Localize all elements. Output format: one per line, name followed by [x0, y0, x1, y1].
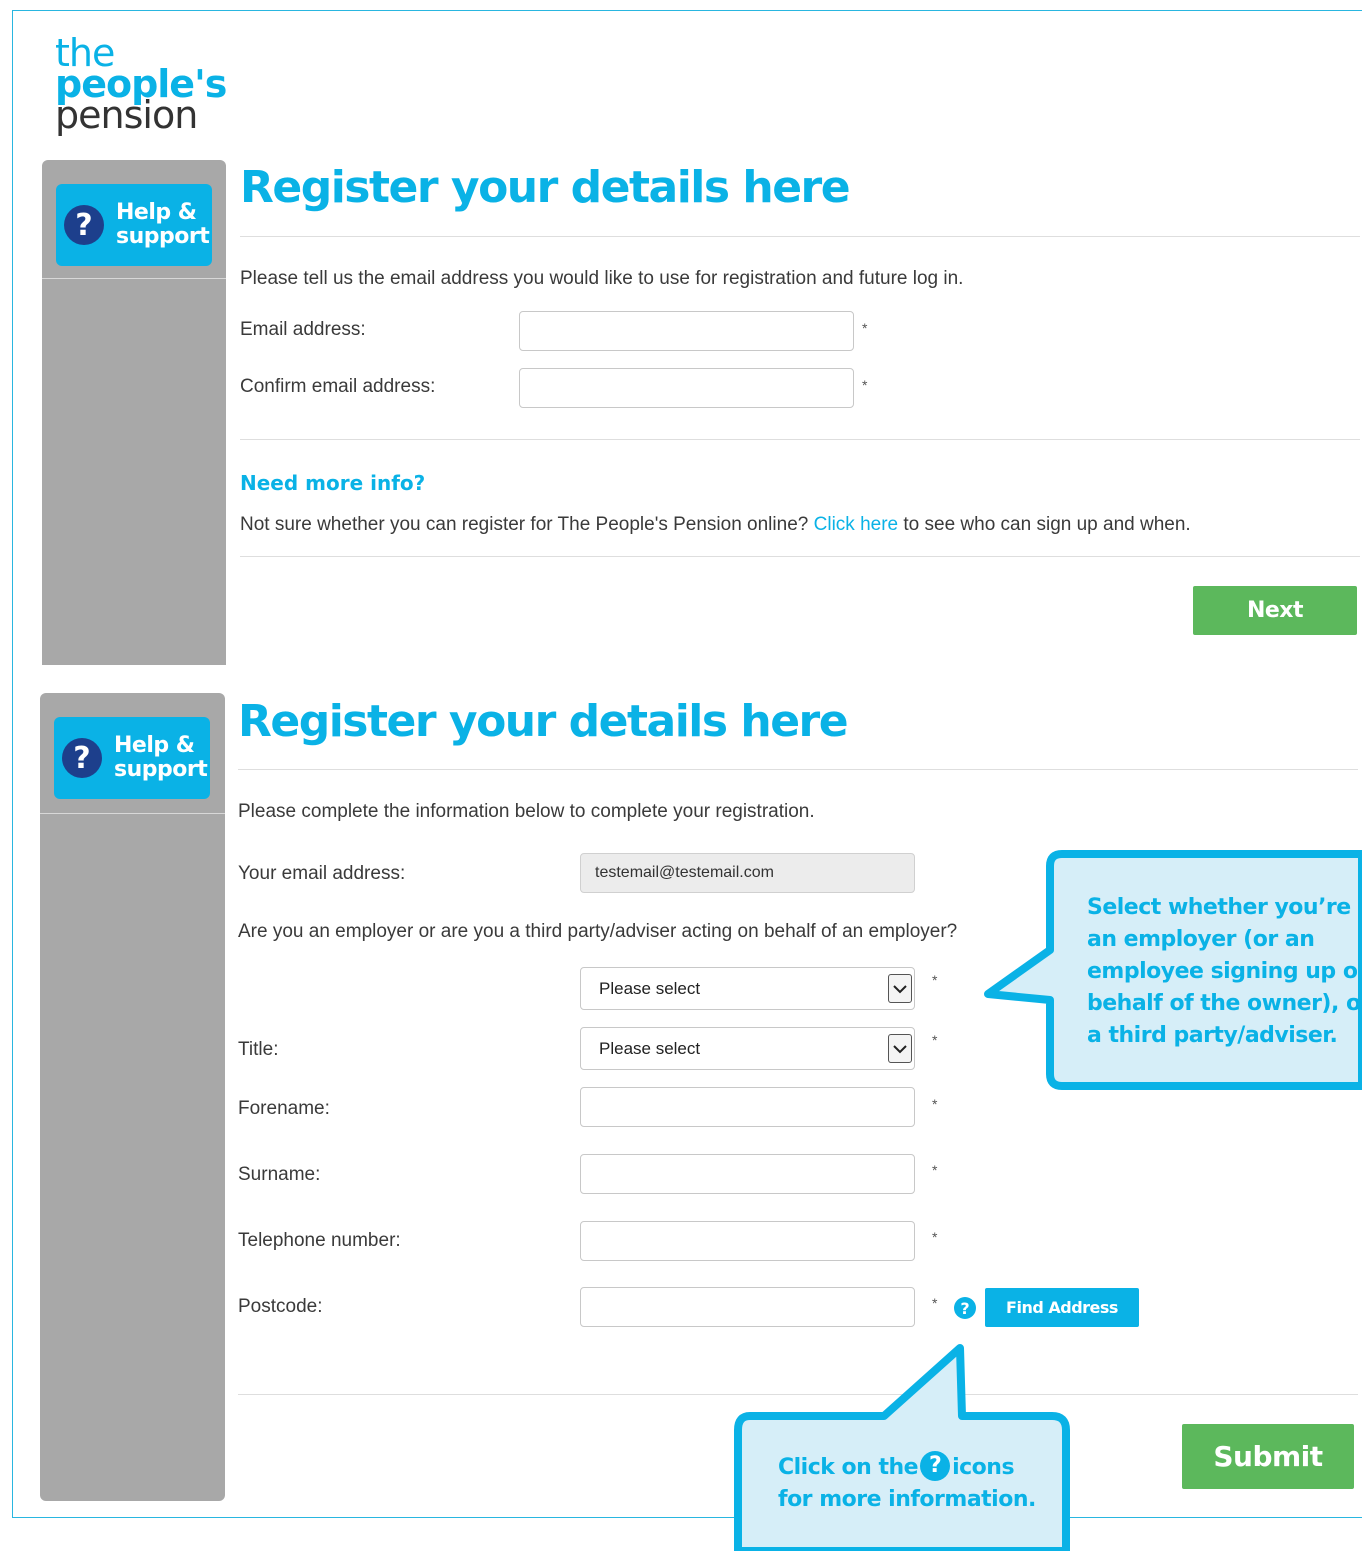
icon-tip-line-2: for more information.: [778, 1487, 1036, 1512]
icon-tip-suffix: icons: [952, 1455, 1015, 1480]
help-support-label: Help & support: [114, 733, 208, 782]
telephone-input[interactable]: [580, 1221, 915, 1261]
intro-text: Please tell us the email address you wou…: [240, 268, 964, 289]
help-label-line-1: Help &: [116, 200, 197, 225]
your-email-field: testemail@testemail.com: [580, 853, 915, 893]
help-label-line-2: support: [116, 224, 210, 249]
help-question-icon: ?: [62, 738, 102, 778]
logo[interactable]: the people's pension: [55, 34, 227, 135]
help-support-button[interactable]: ? Help & support: [54, 717, 210, 799]
employer-question: Are you an employer or are you a third p…: [238, 921, 958, 942]
divider: [240, 236, 1360, 237]
help-support-button[interactable]: ? Help & support: [56, 184, 212, 266]
title-label: Title:: [238, 1039, 279, 1060]
submit-button[interactable]: Submit: [1182, 1424, 1354, 1489]
chevron-down-icon: [888, 1034, 912, 1063]
required-marker: *: [862, 320, 868, 336]
required-marker: *: [932, 1032, 938, 1048]
employer-tip-line: an employer (or an: [1087, 927, 1315, 952]
more-info-heading: Need more info?: [240, 471, 426, 495]
employer-type-select[interactable]: Please select: [580, 967, 915, 1010]
title-select[interactable]: Please select: [580, 1027, 915, 1070]
next-button[interactable]: Next: [1193, 586, 1357, 635]
help-label-line-2: support: [114, 757, 208, 782]
more-info-prefix: Not sure whether you can register for Th…: [240, 514, 809, 535]
surname-input[interactable]: [580, 1154, 915, 1194]
forename-input[interactable]: [580, 1087, 915, 1127]
postcode-info-icon[interactable]: ?: [954, 1297, 976, 1319]
required-marker: *: [932, 972, 938, 988]
required-marker: *: [932, 1295, 938, 1311]
email-label: Email address:: [240, 319, 366, 340]
sidebar-2: ? Help & support: [40, 693, 225, 1501]
required-marker: *: [862, 377, 868, 393]
divider: [240, 556, 1360, 557]
surname-label: Surname:: [238, 1164, 321, 1185]
forename-label: Forename:: [238, 1098, 330, 1119]
divider: [240, 439, 1360, 440]
icon-tip-callout: [734, 1344, 1070, 1551]
find-address-button[interactable]: Find Address: [985, 1288, 1139, 1327]
divider: [238, 769, 1358, 770]
title-selected: Please select: [599, 1038, 701, 1058]
confirm-email-input[interactable]: [519, 368, 854, 408]
postcode-input[interactable]: [580, 1287, 915, 1327]
icon-tip-prefix: Click on the: [778, 1455, 919, 1480]
postcode-label: Postcode:: [238, 1296, 323, 1317]
help-question-icon: ?: [64, 205, 104, 245]
more-info-text: Not sure whether you can register for Th…: [240, 514, 1191, 536]
more-info-suffix: to see who can sign up and when.: [903, 514, 1191, 535]
sidebar-divider: [40, 813, 225, 814]
page-title: Register your details here: [238, 696, 849, 747]
employer-tip-text: Select whether you’re an employer (or an…: [1087, 892, 1362, 1052]
intro-text: Please complete the information below to…: [238, 801, 815, 822]
help-label-line-1: Help &: [114, 733, 195, 758]
chevron-down-icon: [888, 974, 912, 1003]
email-input[interactable]: [519, 311, 854, 351]
confirm-email-label: Confirm email address:: [240, 376, 436, 397]
your-email-label: Your email address:: [238, 863, 406, 884]
help-support-label: Help & support: [116, 200, 210, 249]
employer-tip-line: Select whether you’re: [1087, 895, 1351, 920]
employer-type-selected: Please select: [599, 978, 701, 998]
required-marker: *: [932, 1229, 938, 1245]
question-icon: ?: [920, 1451, 951, 1481]
employer-tip-line: behalf of the owner), or: [1087, 991, 1362, 1016]
required-marker: *: [932, 1162, 938, 1178]
icon-tip-text: Click on the? icons for more information.: [778, 1451, 1036, 1516]
telephone-label: Telephone number:: [238, 1230, 401, 1251]
sidebar-1: ? Help & support: [42, 160, 226, 665]
employer-tip-line: a third party/adviser.: [1087, 1023, 1338, 1048]
sidebar-divider: [42, 278, 226, 279]
click-here-link[interactable]: Click here: [814, 514, 898, 535]
page-title: Register your details here: [240, 162, 851, 213]
employer-tip-line: employee signing up on: [1087, 959, 1362, 984]
required-marker: *: [932, 1096, 938, 1112]
